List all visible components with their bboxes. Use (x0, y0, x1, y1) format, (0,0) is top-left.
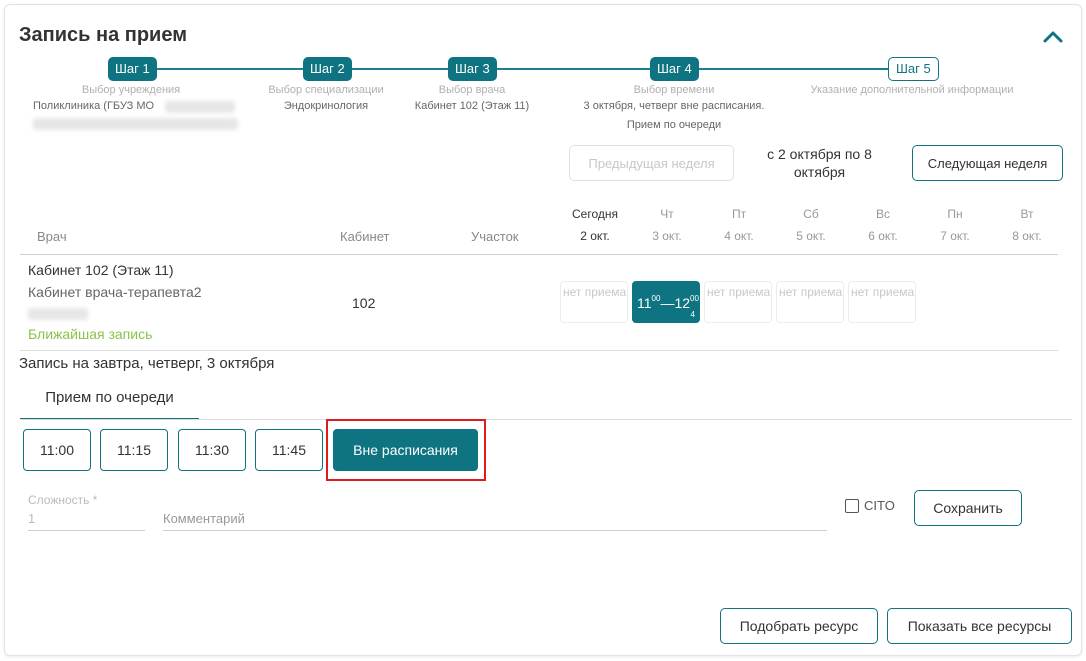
slot-sun: нет приема (848, 281, 916, 323)
col-cabinet: Кабинет (340, 229, 390, 244)
cito-label: CITO (864, 498, 895, 513)
cabinet-number: 102 (352, 295, 376, 311)
time-slot-button[interactable]: 11:15 (100, 429, 168, 471)
collapse-chevron-icon[interactable] (1040, 26, 1066, 48)
complexity-underline (28, 530, 145, 531)
nearest-appointment-link[interactable]: Ближайшая запись (28, 326, 152, 342)
col-area: Участок (471, 229, 519, 244)
stepper-line (140, 68, 900, 70)
tab-divider (20, 419, 1072, 420)
next-week-button[interactable]: Следующая неделя (912, 145, 1063, 181)
complexity-field[interactable]: 1 (28, 511, 35, 526)
slot-sat: нет приема (776, 281, 844, 323)
day-name-fri: Пт (731, 207, 747, 221)
off-schedule-button[interactable]: Вне расписания (333, 429, 478, 471)
step-1-badge[interactable]: Шаг 1 (108, 57, 157, 81)
comment-field[interactable]: Комментарий (163, 511, 245, 526)
day-date-sat: 5 окт. (796, 229, 826, 243)
doctor-role: Кабинет врача-терапевта2 (28, 284, 202, 300)
table-row-divider (20, 350, 1058, 351)
day-date-thu: 3 окт. (652, 229, 682, 243)
day-name-today: Сегодня (572, 207, 618, 221)
day-date-mon: 7 окт. (940, 229, 970, 243)
redacted-text (33, 118, 238, 130)
step-2-badge[interactable]: Шаг 2 (303, 57, 352, 81)
save-button[interactable]: Сохранить (914, 490, 1022, 526)
time-slot-button[interactable]: 11:30 (178, 429, 246, 471)
slot-count: 4 (690, 310, 695, 319)
day-name-mon: Пн (947, 207, 963, 221)
slot-time-range: 1100—1200 (637, 294, 699, 311)
step-4-label: Выбор времени (633, 84, 715, 96)
doctor-name: Кабинет 102 (Этаж 11) (28, 262, 174, 278)
day-name-sun: Вс (875, 207, 890, 221)
show-all-resources-button[interactable]: Показать все ресурсы (887, 608, 1072, 644)
step-2-label: Выбор специализации (268, 84, 384, 96)
day-name-thu: Чт (660, 207, 674, 221)
day-date-sun: 6 окт. (868, 229, 898, 243)
day-date-fri: 4 окт. (724, 229, 754, 243)
slot-thu-active[interactable]: 1100—1200 4 (632, 281, 700, 323)
previous-week-button[interactable]: Предыдущая неделя (569, 145, 734, 181)
day-name-sat: Сб (803, 207, 819, 221)
redacted-text (28, 308, 88, 320)
comment-underline (163, 530, 827, 531)
cito-checkbox[interactable] (845, 499, 859, 513)
day-date-tue: 8 окт. (1012, 229, 1042, 243)
step-4-value: 3 октября, четверг вне расписания. (583, 100, 765, 112)
step-3-value: Кабинет 102 (Этаж 11) (414, 100, 530, 112)
week-range: с 2 октября по 8 октября (767, 146, 872, 180)
slot-fri: нет приема (704, 281, 772, 323)
step-1-value: Поликлиника (ГБУЗ МО (33, 100, 155, 112)
complexity-label: Сложность * (28, 493, 98, 507)
day-name-tue: Вт (1020, 207, 1034, 221)
booking-title: Запись на завтра, четверг, 3 октября (19, 355, 275, 372)
step-3-badge[interactable]: Шаг 3 (448, 57, 497, 81)
step-1-label: Выбор учреждения (81, 84, 181, 96)
step-4-value-queue: Прием по очереди (626, 119, 722, 131)
redacted-text (165, 101, 235, 113)
time-slot-button[interactable]: 11:00 (23, 429, 91, 471)
table-header-divider (20, 254, 1058, 255)
slot-today: нет приема (560, 281, 628, 323)
day-date-today: 2 окт. (580, 229, 610, 243)
pick-resource-button[interactable]: Подобрать ресурс (720, 608, 878, 644)
col-doctor: Врач (37, 229, 67, 244)
time-slot-button[interactable]: 11:45 (255, 429, 323, 471)
tab-queue-reception[interactable]: Прием по очереди (20, 381, 199, 420)
step-5-label: Указание дополнительной информации (810, 84, 1014, 96)
step-3-label: Выбор врача (438, 84, 506, 96)
step-5-badge[interactable]: Шаг 5 (888, 57, 939, 81)
step-4-badge[interactable]: Шаг 4 (650, 57, 699, 81)
step-2-value: Эндокринология (283, 100, 369, 112)
page-title: Запись на прием (19, 24, 188, 46)
